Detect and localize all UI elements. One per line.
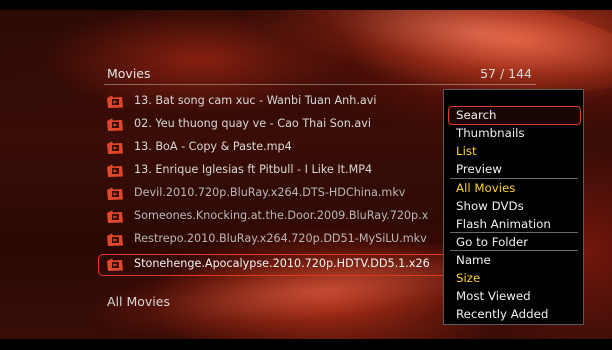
menu-item-show-dvds[interactable]: Show DVDs — [456, 199, 524, 213]
file-name: 13. BoA - Copy & Paste.mp4 — [134, 140, 292, 153]
folder-film-icon — [107, 141, 123, 154]
file-name: 02. Yeu thuong quay ve - Cao Thai Son.av… — [134, 117, 371, 130]
file-list-item[interactable]: Restrepo.2010.BluRay.x264.720p.DD51-MySi… — [104, 229, 449, 251]
options-menu: Search Thumbnails List Preview All Movie… — [443, 89, 584, 325]
letterbox-top — [0, 0, 612, 10]
file-list-item[interactable]: 13. BoA - Copy & Paste.mp4 — [104, 137, 449, 159]
menu-separator — [450, 250, 578, 251]
header-divider — [104, 84, 536, 85]
folder-film-icon — [107, 187, 123, 200]
file-list-item[interactable]: 02. Yeu thuong quay ve - Cao Thai Son.av… — [104, 114, 449, 136]
file-name: 13. Bat song cam xuc - Wanbi Tuan Anh.av… — [134, 94, 377, 107]
file-list-item[interactable]: Someones.Knocking.at.the.Door.2009.BluRa… — [104, 206, 449, 228]
menu-separator — [450, 232, 578, 233]
menu-item-preview[interactable]: Preview — [456, 162, 502, 176]
file-list: 13. Bat song cam xuc - Wanbi Tuan Anh.av… — [98, 91, 449, 280]
menu-item-list[interactable]: List — [456, 144, 477, 158]
folder-film-icon — [107, 164, 123, 177]
file-name: Restrepo.2010.BluRay.x264.720p.DD51-MySi… — [134, 232, 427, 245]
item-counter: 57 / 144 — [480, 66, 532, 81]
folder-film-icon — [107, 95, 123, 108]
file-list-item[interactable]: 13. Enrique Iglesias ft Pitbull - I Like… — [104, 160, 449, 182]
menu-item-flash-animation[interactable]: Flash Animation — [456, 217, 551, 231]
current-filter-label: All Movies — [107, 294, 170, 309]
file-list-item[interactable]: 13. Bat song cam xuc - Wanbi Tuan Anh.av… — [104, 91, 449, 113]
file-list-item-selected[interactable]: Stonehenge.Apocalypse.2010.720p.HDTV.DD5… — [98, 254, 449, 276]
menu-item-sort-name[interactable]: Name — [456, 253, 491, 267]
folder-film-icon — [107, 118, 123, 131]
menu-item-recently-added[interactable]: Recently Added — [456, 307, 548, 321]
file-name: Stonehenge.Apocalypse.2010.720p.HDTV.DD5… — [134, 257, 430, 270]
menu-item-all-movies[interactable]: All Movies — [456, 181, 515, 195]
file-name: Devil.2010.720p.BluRay.x264.DTS-HDChina.… — [134, 186, 406, 199]
menu-item-sort-size[interactable]: Size — [456, 271, 480, 285]
file-name: 13. Enrique Iglesias ft Pitbull - I Like… — [134, 163, 373, 176]
media-browser-screen: Movies 57 / 144 13. Bat song cam xuc - W… — [0, 0, 612, 350]
menu-item-most-viewed[interactable]: Most Viewed — [456, 289, 531, 303]
menu-item-thumbnails[interactable]: Thumbnails — [456, 126, 525, 140]
folder-film-icon — [107, 233, 123, 246]
file-list-item[interactable]: Devil.2010.720p.BluRay.x264.DTS-HDChina.… — [104, 183, 449, 205]
letterbox-bottom — [0, 339, 612, 350]
menu-item-go-to-folder[interactable]: Go to Folder — [456, 235, 528, 249]
section-title: Movies — [107, 66, 151, 81]
menu-item-search[interactable]: Search — [456, 108, 497, 122]
folder-film-icon — [107, 258, 123, 271]
menu-separator — [450, 178, 578, 179]
folder-film-icon — [107, 210, 123, 223]
file-name: Someones.Knocking.at.the.Door.2009.BluRa… — [134, 209, 429, 222]
